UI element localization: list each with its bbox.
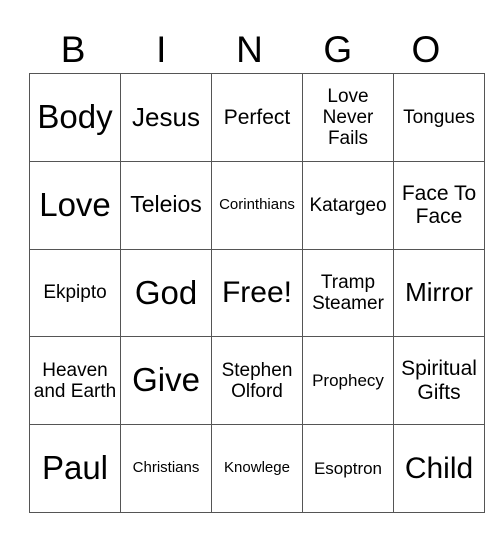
- card-cell[interactable]: Stephen Olford: [211, 336, 303, 426]
- card-row-2: Love Teleios Corinthians Katargeo Face T…: [29, 160, 485, 250]
- header-letter-i: I: [156, 29, 167, 70]
- card-cell[interactable]: Tongues: [393, 73, 485, 162]
- card-cell[interactable]: Esoptron: [302, 424, 394, 513]
- card-cell[interactable]: Tramp Steamer: [302, 248, 394, 338]
- card-cell[interactable]: Katargeo: [302, 160, 394, 250]
- card-cell[interactable]: Jesus: [120, 73, 212, 162]
- card-cell[interactable]: Love: [29, 160, 121, 250]
- card-cell[interactable]: Love Never Fails: [302, 73, 394, 162]
- header-letter-g: G: [323, 29, 353, 70]
- card-cell[interactable]: Teleios: [120, 160, 212, 250]
- card-row-5: Paul Christians Knowlege Esoptron Child: [29, 424, 485, 513]
- card-cell[interactable]: God: [120, 248, 212, 338]
- card-row-3: Ekpipto God Free! Tramp Steamer Mirror: [29, 248, 485, 338]
- header-letter-n: N: [236, 29, 263, 70]
- card-cell[interactable]: Heaven and Earth: [29, 336, 121, 426]
- card-cell[interactable]: Prophecy: [302, 336, 394, 426]
- header-letter-b: B: [60, 29, 86, 70]
- card-cell[interactable]: Body: [29, 73, 121, 162]
- card-cell[interactable]: Give: [120, 336, 212, 426]
- card-cell[interactable]: Knowlege: [211, 424, 303, 513]
- header-letter-o: O: [411, 29, 441, 70]
- card-cell[interactable]: Paul: [29, 424, 121, 513]
- free-space[interactable]: Free!: [211, 248, 303, 338]
- bingo-header: B I N G O: [29, 30, 470, 70]
- card-cell[interactable]: Christians: [120, 424, 212, 513]
- card-cell[interactable]: Corinthians: [211, 160, 303, 250]
- card-cell[interactable]: Mirror: [393, 248, 485, 338]
- card-cell[interactable]: Child: [393, 424, 485, 513]
- card-cell[interactable]: Ekpipto: [29, 248, 121, 338]
- bingo-card: Body Jesus Perfect Love Never Fails Tong…: [29, 73, 485, 513]
- card-cell[interactable]: Spiritual Gifts: [393, 336, 485, 426]
- card-row-4: Heaven and Earth Give Stephen Olford Pro…: [29, 336, 485, 426]
- card-row-1: Body Jesus Perfect Love Never Fails Tong…: [29, 73, 485, 162]
- card-cell[interactable]: Perfect: [211, 73, 303, 162]
- card-cell[interactable]: Face To Face: [393, 160, 485, 250]
